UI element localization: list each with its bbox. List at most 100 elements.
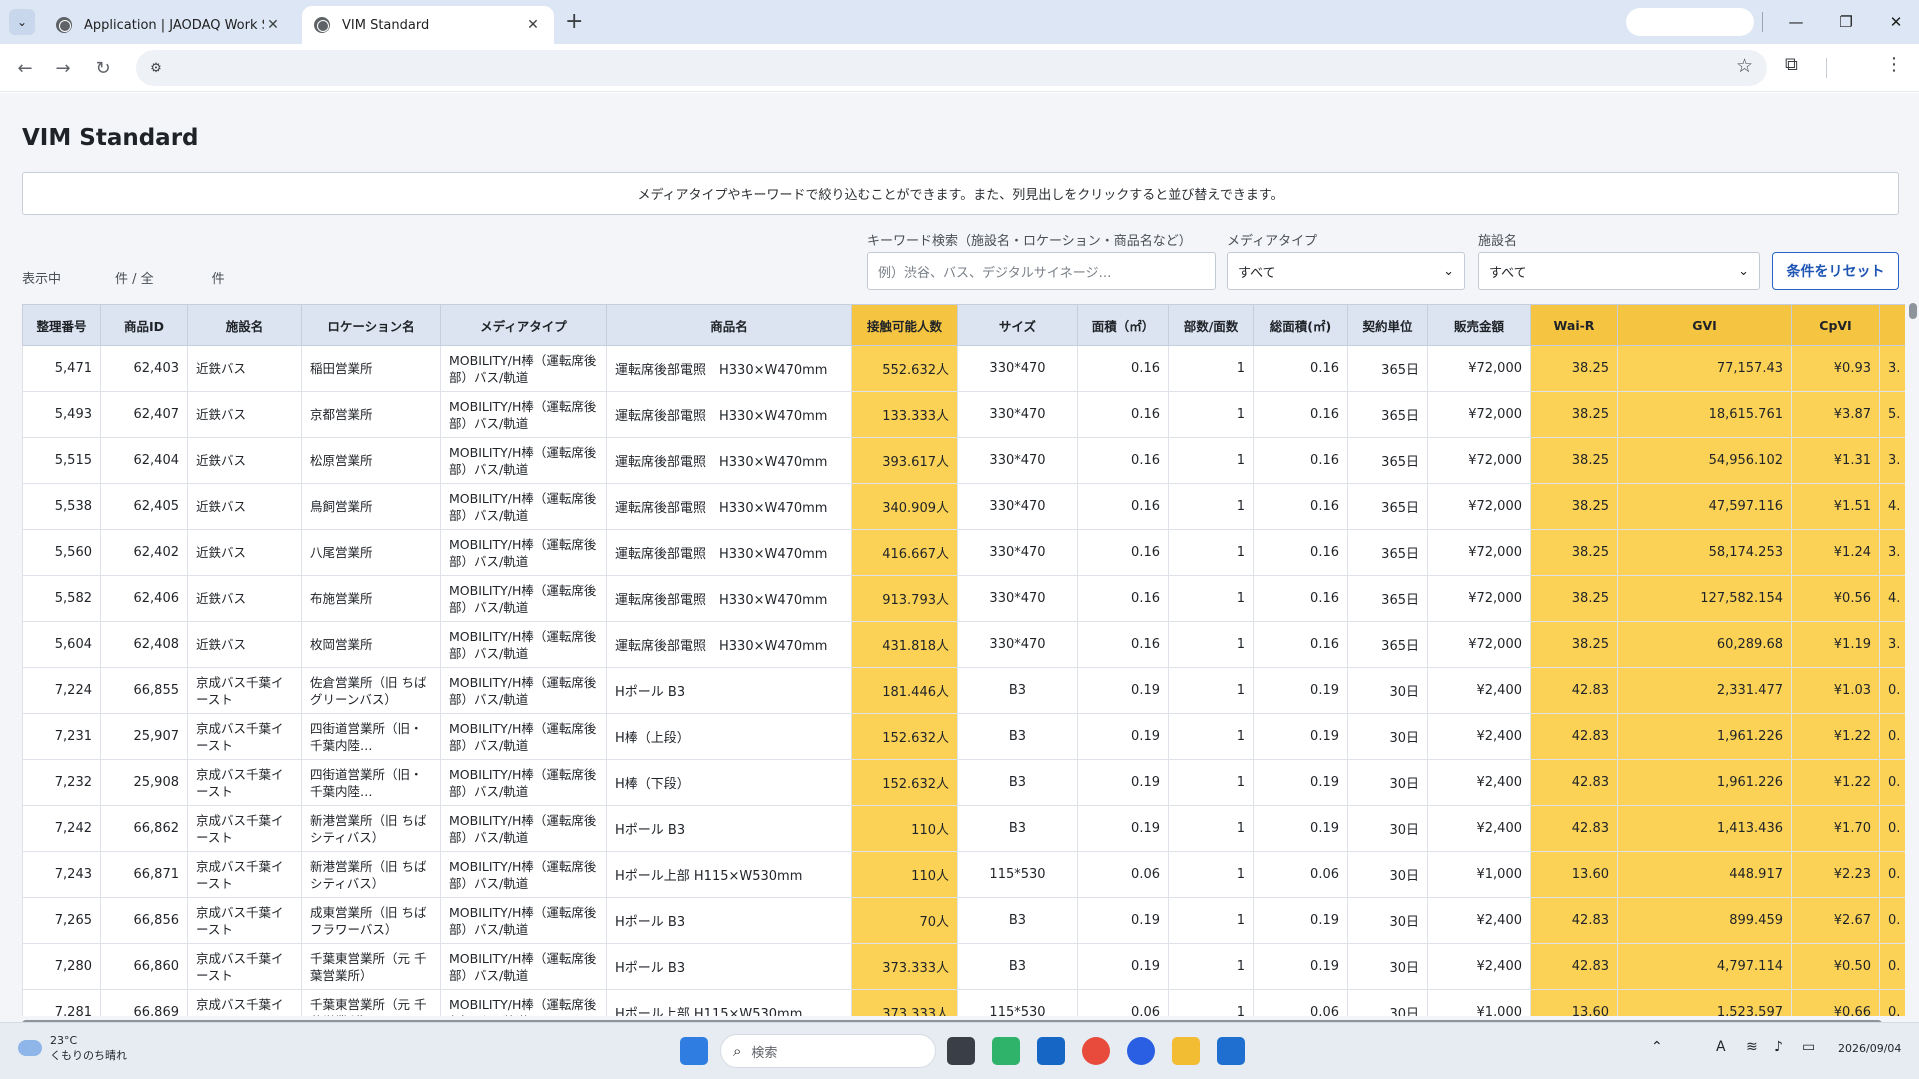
table-cell: 7,242 xyxy=(22,805,101,852)
chevron-down-icon: ⌄ xyxy=(1738,263,1749,279)
weather-widget[interactable]: 23°C くもりのち晴れ xyxy=(18,1033,127,1063)
data-table-container[interactable]: 整理番号 商品ID 施設名 ロケーション名 メディアタイプ 商品名 接触可能人数 サイズ 面積（… xyxy=(22,304,1905,1016)
vertical-scrollbar[interactable] xyxy=(1909,303,1917,319)
table-row[interactable]: 5,493 62,407 近鉄バス 京都営業所 MOBILITY/H棒（運転席後部）バス… xyxy=(22,391,1905,438)
new-tab-button[interactable]: + xyxy=(565,10,583,34)
bookmark-star-icon[interactable]: ☆ xyxy=(1736,55,1753,77)
table-cell: 0.16 xyxy=(1253,345,1348,392)
table-cell: ¥0.50 xyxy=(1791,943,1880,990)
table-row[interactable]: 5,582 62,406 近鉄バス 布施営業所 MOBILITY/H棒（運転席後部）バス… xyxy=(22,575,1905,622)
column-header[interactable]: メディアタイプ xyxy=(440,304,607,346)
table-cell: 66,860 xyxy=(100,943,188,990)
menu-kebab-icon[interactable]: ⋮ xyxy=(1885,54,1903,75)
column-header[interactable]: 商品ID xyxy=(100,304,188,346)
table-cell: Hポール B3 xyxy=(606,943,852,990)
table-cell: 1 xyxy=(1168,345,1254,392)
browser-tab-vim-standard[interactable]: VIM Standard ✕ xyxy=(302,6,554,44)
table-row[interactable]: 5,515 62,404 近鉄バス 松原営業所 MOBILITY/H棒（運転席後部）バス… xyxy=(22,437,1905,484)
column-header[interactable]: GVI xyxy=(1617,304,1792,346)
table-cell: 3. xyxy=(1879,437,1905,484)
column-header[interactable]: Wai-R xyxy=(1530,304,1618,346)
table-cell: 0.16 xyxy=(1253,575,1348,622)
minimize-button[interactable]: — xyxy=(1776,8,1816,36)
column-header[interactable]: 面積（㎡） xyxy=(1077,304,1169,346)
input-language-indicator[interactable]: A xyxy=(1716,1039,1726,1055)
table-cell: MOBILITY/H棒（運転席後部）バス/軌道 xyxy=(440,805,607,852)
table-cell: 416.667人 xyxy=(851,529,958,576)
restore-button[interactable]: ❐ xyxy=(1826,8,1866,36)
table-row[interactable]: 7,242 66,862 京成バス千葉イースト 新港営業所（旧 ちばシティバス） MOB… xyxy=(22,805,1905,852)
table-cell: 30日 xyxy=(1347,805,1428,852)
forward-arrow-icon[interactable]: → xyxy=(49,54,77,82)
widgets-app-icon[interactable] xyxy=(992,1037,1020,1065)
zoom-icon[interactable] xyxy=(1127,1037,1155,1065)
table-cell: 京成バス千葉イースト xyxy=(187,943,302,990)
column-header[interactable]: 商品名 xyxy=(606,304,852,346)
facility-select[interactable]: すべて ⌄ xyxy=(1478,252,1760,290)
battery-icon[interactable]: ▭ xyxy=(1802,1039,1815,1055)
media-type-value: すべて xyxy=(1238,265,1276,281)
tab-close-icon[interactable]: ✕ xyxy=(264,17,282,33)
column-header[interactable]: 整理番号 xyxy=(22,304,101,346)
outlook-icon[interactable] xyxy=(1037,1037,1065,1065)
table-cell: 30日 xyxy=(1347,667,1428,714)
reload-icon[interactable]: ↻ xyxy=(89,54,117,82)
table-row[interactable]: 7,265 66,856 京成バス千葉イースト 成東営業所（旧 ちばフラワーバス） MO… xyxy=(22,897,1905,944)
table-cell: 1 xyxy=(1168,529,1254,576)
windows-start-icon[interactable] xyxy=(680,1037,708,1065)
column-header[interactable]: 総面積(㎡) xyxy=(1253,304,1348,346)
table-row[interactable]: 7,231 25,907 京成バス千葉イースト 四街道営業所（旧・千葉内陸… MOBIL… xyxy=(22,713,1905,760)
table-cell: 38.25 xyxy=(1530,437,1618,484)
chevron-up-icon[interactable]: ⌃ xyxy=(1651,1039,1663,1055)
table-row[interactable]: 7,232 25,908 京成バス千葉イースト 四街道営業所（旧・千葉内陸… MOBIL… xyxy=(22,759,1905,806)
table-cell: 0.19 xyxy=(1253,943,1348,990)
column-header[interactable]: ロケーション名 xyxy=(301,304,441,346)
column-header[interactable]: 接触可能人数 xyxy=(851,304,958,346)
wifi-icon[interactable]: ≋ xyxy=(1746,1039,1758,1055)
table-cell: 0.19 xyxy=(1077,667,1169,714)
profile-pill[interactable] xyxy=(1626,8,1754,36)
table-row[interactable]: 5,471 62,403 近鉄バス 稲田営業所 MOBILITY/H棒（運転席後部）バス… xyxy=(22,345,1905,392)
keyword-search-input[interactable]: 例）渋谷、バス、デジタルサイネージ… xyxy=(867,252,1216,290)
volume-icon[interactable]: ♪ xyxy=(1774,1039,1783,1055)
table-cell: ¥1.70 xyxy=(1791,805,1880,852)
table-cell: ¥1.31 xyxy=(1791,437,1880,484)
table-row[interactable]: 5,604 62,408 近鉄バス 枚岡営業所 MOBILITY/H棒（運転席後部）バス… xyxy=(22,621,1905,668)
taskbar-search[interactable]: ⌕ 検索 xyxy=(720,1034,936,1068)
table-row[interactable]: 7,280 66,860 京成バス千葉イースト 千葉東営業所（元 千葉営業所） MOBI… xyxy=(22,943,1905,990)
back-arrow-icon[interactable]: ← xyxy=(11,54,39,82)
task-view-icon[interactable] xyxy=(947,1037,975,1065)
store-icon[interactable] xyxy=(1217,1037,1245,1065)
table-cell: ¥1.03 xyxy=(1791,667,1880,714)
window-close-button[interactable]: ✕ xyxy=(1876,8,1916,36)
table-row[interactable]: 7,28166,869京成バス千葉イースト千葉東営業所（元 千葉営業所）MOBI… xyxy=(22,989,1905,1016)
table-row[interactable]: 7,243 66,871 京成バス千葉イースト 新港営業所（旧 ちばシティバス） MOB… xyxy=(22,851,1905,898)
table-cell: 330*470 xyxy=(957,345,1078,392)
tab-close-icon[interactable]: ✕ xyxy=(524,17,542,33)
column-header[interactable]: 販売金額 xyxy=(1427,304,1531,346)
url-omnibox[interactable]: ⚙ ☆ xyxy=(136,50,1767,86)
column-header[interactable]: 契約単位 xyxy=(1347,304,1428,346)
reset-button[interactable]: 条件をリセット xyxy=(1772,252,1899,290)
file-explorer-icon[interactable] xyxy=(1172,1037,1200,1065)
table-row[interactable]: 5,538 62,405 近鉄バス 鳥飼営業所 MOBILITY/H棒（運転席後部）バス… xyxy=(22,483,1905,530)
column-header[interactable]: MV xyxy=(1879,304,1905,346)
media-type-select[interactable]: すべて ⌄ xyxy=(1227,252,1465,290)
table-cell: 1,961.226 xyxy=(1617,759,1792,806)
tab-search-chevron-icon[interactable]: ⌄ xyxy=(9,9,35,35)
extensions-puzzle-icon[interactable]: ⧉ xyxy=(1785,54,1798,75)
column-header[interactable]: CpVI xyxy=(1791,304,1880,346)
table-cell: 373.333人 xyxy=(851,943,958,990)
chrome-icon[interactable] xyxy=(1082,1037,1110,1065)
table-row[interactable]: 7,224 66,855 京成バス千葉イースト 佐倉営業所（旧 ちばグリーンバス） MO… xyxy=(22,667,1905,714)
column-header[interactable]: 施設名 xyxy=(187,304,302,346)
browser-tab-jaodaq[interactable]: Application | JAODAQ Work Space ✕ xyxy=(44,6,294,44)
table-cell: MOBILITY/H棒（運転席後部）バス/軌道 xyxy=(440,989,607,1016)
table-cell: ¥2,400 xyxy=(1427,943,1531,990)
taskbar-date[interactable]: 2026/09/04 xyxy=(1838,1042,1901,1055)
column-header[interactable]: 部数/面数 xyxy=(1168,304,1254,346)
site-info-icon[interactable]: ⚙ xyxy=(144,56,168,80)
column-header[interactable]: サイズ xyxy=(957,304,1078,346)
table-row[interactable]: 5,560 62,402 近鉄バス 八尾営業所 MOBILITY/H棒（運転席後部）バス… xyxy=(22,529,1905,576)
table-cell: 0.16 xyxy=(1077,345,1169,392)
